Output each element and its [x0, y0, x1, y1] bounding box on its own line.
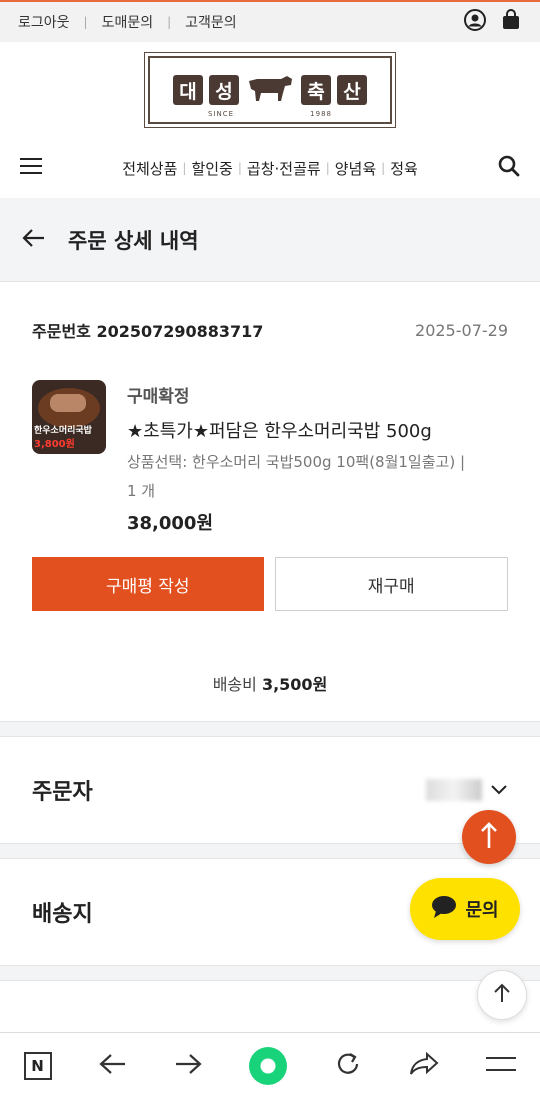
- logo-bar: 대 성 축 산 SINCE 1988: [0, 42, 540, 138]
- write-review-button[interactable]: 구매평 작성: [32, 557, 264, 611]
- orderer-title: 주문자: [32, 780, 93, 805]
- page-title: 주문 상세 내역: [68, 228, 199, 253]
- nav-item-marinated[interactable]: 양념육: [335, 158, 376, 179]
- naver-home-icon[interactable]: N: [23, 1051, 52, 1080]
- shipping-fee-value: 3,500원: [261, 675, 328, 694]
- product-option: 상품선택: 한우소머리 국밥500g 10팩(8월1일출고) |: [127, 453, 466, 471]
- chat-label: 문의: [465, 900, 499, 921]
- share-icon[interactable]: [409, 1051, 439, 1080]
- delivery-title: 배송지: [32, 902, 93, 927]
- logo-char: 성: [209, 75, 239, 105]
- section-divider: [0, 965, 540, 981]
- logo-char: 산: [337, 75, 367, 105]
- menu-icon[interactable]: [486, 1054, 517, 1078]
- redacted-name: [426, 779, 482, 801]
- browser-toolbar: N: [0, 1032, 540, 1098]
- logo-char: 대: [173, 75, 203, 105]
- action-buttons: 구매평 작성 재구매: [32, 557, 508, 611]
- product-price: 38,000원: [127, 513, 214, 534]
- product-thumbnail[interactable]: 한우소머리국밥 3,800원: [32, 380, 106, 454]
- divider: |: [83, 15, 88, 29]
- order-header: 주문번호 202507290883717 2025-07-29: [32, 318, 508, 342]
- logo-char: 축: [301, 75, 331, 105]
- search-icon[interactable]: [498, 155, 520, 181]
- arrow-up-icon: [492, 982, 512, 1008]
- order-status: 구매확정: [127, 387, 190, 407]
- inquiry-chat-button[interactable]: 문의: [410, 878, 520, 940]
- forward-icon[interactable]: [174, 1053, 202, 1079]
- back-icon[interactable]: [99, 1053, 127, 1079]
- back-arrow-icon[interactable]: [22, 228, 46, 252]
- refresh-icon[interactable]: [334, 1050, 362, 1082]
- shipping-fee-label: 배송비: [212, 675, 257, 694]
- order-date: 2025-07-29: [415, 320, 508, 340]
- scroll-top-button[interactable]: [477, 970, 527, 1020]
- top-utility-bar: 로그아웃 | 도매문의 | 고객문의: [0, 0, 540, 42]
- chat-bubble-icon: [431, 895, 457, 924]
- arrow-up-icon: [479, 820, 499, 854]
- divider: |: [182, 161, 187, 175]
- order-section: 주문번호 202507290883717 2025-07-29 한우소머리국밥 …: [0, 282, 540, 721]
- customer-inquiry-link[interactable]: 고객문의: [185, 12, 237, 32]
- orderer-summary: [426, 779, 508, 801]
- nav-item-tripe[interactable]: 곱창·전골류: [247, 158, 321, 179]
- divider: |: [325, 161, 330, 175]
- logout-link[interactable]: 로그아웃: [18, 12, 70, 32]
- nav-item-all[interactable]: 전체상품: [122, 158, 177, 179]
- product-info: 구매확정 ★초특가★퍼담은 한우소머리국밥 500g 상품선택: 한우소머리 국…: [127, 380, 465, 535]
- nav-item-meat[interactable]: 정육: [390, 158, 418, 179]
- reorder-button[interactable]: 재구매: [274, 557, 508, 611]
- divider: |: [381, 161, 386, 175]
- shipping-fee: 배송비 3,500원: [32, 671, 508, 721]
- category-links: 전체상품 | 할인중 | 곱창·전골류 | 양념육 | 정육: [42, 158, 498, 179]
- logo-since: SINCE: [208, 110, 235, 118]
- hamburger-menu-icon[interactable]: [20, 157, 42, 179]
- shopping-bag-icon[interactable]: [500, 9, 522, 35]
- section-divider: [0, 843, 540, 859]
- nav-item-sale[interactable]: 할인중: [191, 158, 232, 179]
- logo-subtitle: SINCE 1988: [150, 110, 390, 118]
- main-nav: 전체상품 | 할인중 | 곱창·전골류 | 양념육 | 정육: [0, 138, 540, 198]
- product-name[interactable]: ★초특가★퍼담은 한우소머리국밥 500g: [127, 417, 465, 443]
- orderer-section[interactable]: 주문자: [0, 737, 540, 843]
- user-icon[interactable]: [464, 9, 486, 35]
- green-dot-icon[interactable]: [248, 1046, 287, 1085]
- divider: |: [237, 161, 242, 175]
- logo-year: 1988: [310, 110, 332, 118]
- product-quantity: 1 개: [127, 482, 156, 500]
- section-divider: [0, 721, 540, 737]
- divider: |: [167, 15, 172, 29]
- order-item: 한우소머리국밥 3,800원 구매확정 ★초특가★퍼담은 한우소머리국밥 500…: [32, 380, 508, 535]
- page-header: 주문 상세 내역: [0, 198, 540, 282]
- wholesale-inquiry-link[interactable]: 도매문의: [102, 12, 154, 32]
- cow-icon: [245, 73, 295, 107]
- thumb-price: 3,800원: [34, 439, 75, 450]
- order-number: 주문번호 202507290883717: [32, 322, 264, 341]
- scroll-up-fab[interactable]: [462, 810, 516, 864]
- chevron-down-icon[interactable]: [490, 781, 508, 800]
- brand-logo[interactable]: 대 성 축 산 SINCE 1988: [144, 52, 396, 128]
